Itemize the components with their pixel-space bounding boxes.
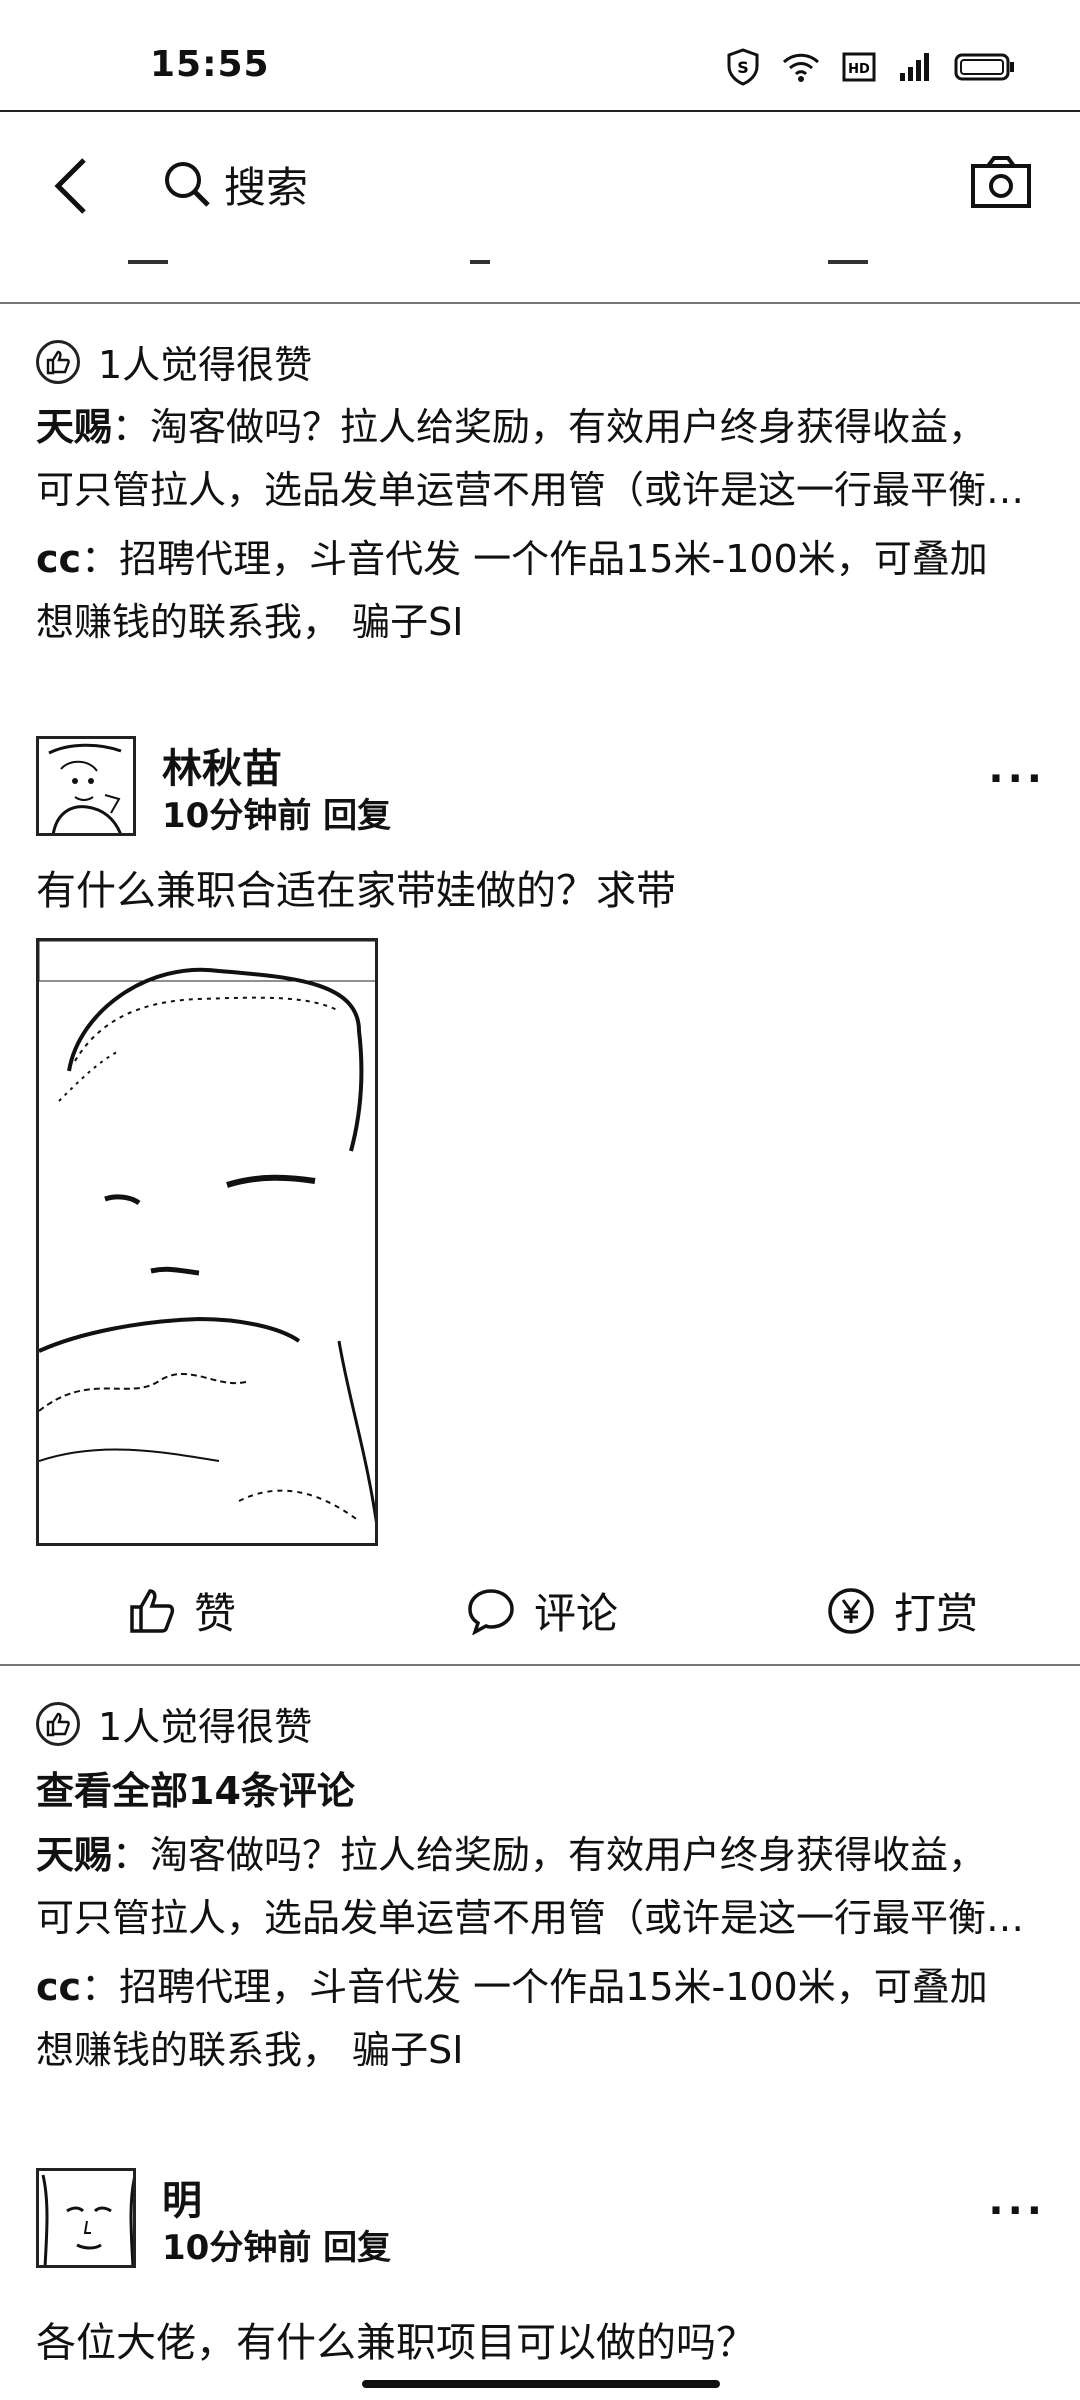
back-arrow-icon xyxy=(54,158,86,214)
home-indicator[interactable] xyxy=(362,2380,720,2388)
post-header: 林秋苗 10分钟前 回复 ··· xyxy=(36,736,1046,836)
scrolled-content-edge xyxy=(0,260,1080,304)
comment-author[interactable]: 天赐 xyxy=(36,1833,112,1877)
comment-item[interactable]: cc：招聘代理，斗音代发 一个作品15米-100米，可叠加 想赚钱的联系我， 骗… xyxy=(36,528,1046,654)
photo-content xyxy=(39,941,375,1523)
post-text: 各位大佬，有什么兼职项目可以做的吗？ xyxy=(36,2320,756,2366)
status-icons: S HD xyxy=(726,48,1016,86)
post-header: 明 10分钟前 回复 ··· xyxy=(36,2168,1046,2268)
camera-button[interactable] xyxy=(970,154,1032,210)
post-meta[interactable]: 10分钟前 回复 xyxy=(162,788,391,837)
svg-text:HD: HD xyxy=(848,62,870,77)
reward-label: 打赏 xyxy=(894,1589,979,1638)
reward-button[interactable]: 打赏 xyxy=(826,1580,978,1641)
post-image[interactable] xyxy=(36,938,378,1546)
like-button[interactable]: 赞 xyxy=(128,1580,236,1641)
camera-icon xyxy=(971,156,1031,208)
comment-bubble-icon xyxy=(468,1588,514,1635)
search-bar[interactable]: 搜索 xyxy=(162,152,308,216)
shield-icon: S xyxy=(726,48,760,86)
avatar[interactable] xyxy=(36,736,136,836)
more-options-button[interactable]: ··· xyxy=(988,2188,1046,2234)
back-button[interactable] xyxy=(48,156,98,216)
likes-summary: 1人觉得很赞 xyxy=(36,1696,312,1751)
comment-text: ：淘客做吗？拉人给奖励，有效用户终身获得收益， xyxy=(112,405,987,449)
comment-text-cont: 可只管拉人，选品发单运营不用管（或许是这一行最平衡… xyxy=(36,1896,1025,1940)
comment-item[interactable]: 天赐：淘客做吗？拉人给奖励，有效用户终身获得收益， 可只管拉人，选品发单运营不用… xyxy=(36,396,1046,522)
comment-text-cont: 想赚钱的联系我， 骗子SI xyxy=(36,600,464,644)
view-all-comments-link[interactable]: 查看全部14条评论 xyxy=(36,1760,355,1815)
post-text: 有什么兼职合适在家带娃做的？求带 xyxy=(36,868,676,914)
post-author[interactable]: 林秋苗 xyxy=(162,736,282,794)
more-options-button[interactable]: ··· xyxy=(988,756,1046,802)
top-nav: 搜索 xyxy=(0,112,1080,260)
comment-text-cont: 想赚钱的联系我， 骗子SI xyxy=(36,2028,464,2072)
avatar[interactable] xyxy=(36,2168,136,2268)
battery-icon xyxy=(954,52,1016,82)
comment-text: ：淘客做吗？拉人给奖励，有效用户终身获得收益， xyxy=(112,1833,987,1877)
signal-icon xyxy=(898,51,932,83)
comment-author[interactable]: cc xyxy=(36,1965,81,2009)
search-label: 搜索 xyxy=(224,162,309,212)
comment-text: ：招聘代理，斗音代发 一个作品15米-100米，可叠加 xyxy=(81,537,988,581)
comment-item[interactable]: cc：招聘代理，斗音代发 一个作品15米-100米，可叠加 想赚钱的联系我， 骗… xyxy=(36,1956,1046,2082)
search-icon xyxy=(165,162,210,207)
status-time: 15:55 xyxy=(150,44,270,85)
comment-label: 评论 xyxy=(534,1589,619,1638)
post-meta[interactable]: 10分钟前 回复 xyxy=(162,2220,391,2269)
yen-coin-icon xyxy=(828,1587,874,1634)
comment-author[interactable]: 天赐 xyxy=(36,405,112,449)
status-bar: 15:55 S HD xyxy=(0,0,1080,112)
thumbs-up-icon xyxy=(36,1701,80,1746)
thumbs-up-icon xyxy=(36,339,80,384)
comment-author[interactable]: cc xyxy=(36,537,81,581)
likes-text: 1人觉得很赞 xyxy=(98,343,313,387)
likes-text: 1人觉得很赞 xyxy=(98,1705,313,1749)
hd-icon: HD xyxy=(842,52,876,82)
post-author[interactable]: 明 xyxy=(162,2168,202,2226)
wifi-icon xyxy=(782,51,820,83)
post-actions: 赞 评论 打赏 xyxy=(0,1556,1080,1666)
avatar-image xyxy=(48,743,122,833)
comment-text-cont: 可只管拉人，选品发单运营不用管（或许是这一行最平衡… xyxy=(36,468,1025,512)
thumbs-up-icon xyxy=(130,1588,175,1633)
comment-button[interactable]: 评论 xyxy=(466,1580,618,1641)
svg-text:S: S xyxy=(737,58,749,77)
like-label: 赞 xyxy=(194,1589,237,1638)
comment-text: ：招聘代理，斗音代发 一个作品15米-100米，可叠加 xyxy=(81,1965,988,2009)
comment-item[interactable]: 天赐：淘客做吗？拉人给奖励，有效用户终身获得收益， 可只管拉人，选品发单运营不用… xyxy=(36,1824,1046,1950)
avatar-image xyxy=(41,2174,133,2265)
likes-summary: 1人觉得很赞 xyxy=(36,334,312,389)
